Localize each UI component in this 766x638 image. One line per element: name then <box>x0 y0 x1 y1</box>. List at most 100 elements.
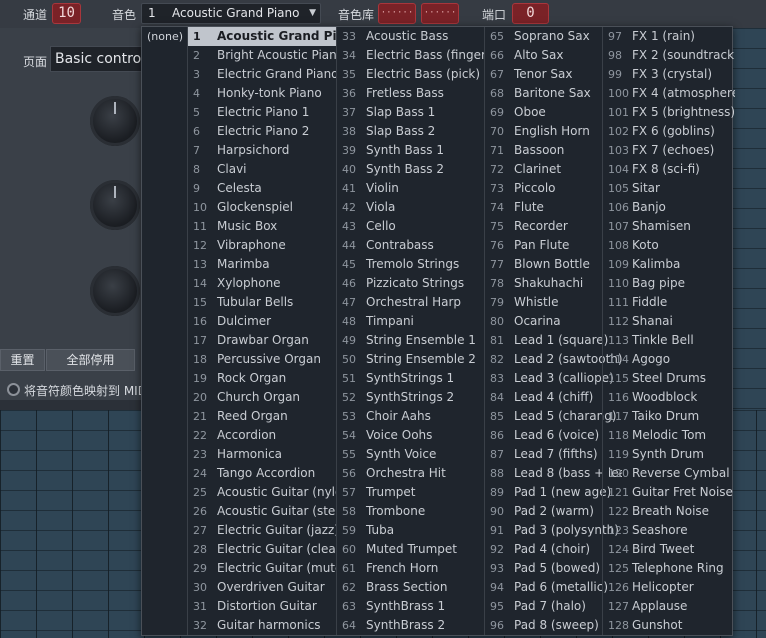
instrument-item[interactable]: 120 Reverse Cymbal <box>603 464 735 483</box>
instrument-item[interactable]: 115 Steel Drums <box>603 369 735 388</box>
instrument-item[interactable]: 60 Muted Trumpet <box>337 540 485 559</box>
instrument-item[interactable]: 48 Timpani <box>337 312 485 331</box>
instrument-item[interactable]: 21 Reed Organ <box>188 407 337 426</box>
instrument-dropdown[interactable]: 1 Acoustic Grand Piano ▼ <box>141 3 321 24</box>
instrument-item[interactable]: 110 Bag pipe <box>603 274 735 293</box>
instrument-item[interactable]: 29 Electric Guitar (muted) <box>188 559 337 578</box>
radio-icon[interactable] <box>7 383 20 396</box>
mod-knob[interactable] <box>90 96 140 146</box>
instrument-item[interactable]: 116 Woodblock <box>603 388 735 407</box>
instrument-item[interactable]: 108 Koto <box>603 236 735 255</box>
instrument-item[interactable]: 28 Electric Guitar (clean) <box>188 540 337 559</box>
instrument-item[interactable]: 62 Brass Section <box>337 578 485 597</box>
instrument-item[interactable]: 36 Fretless Bass <box>337 84 485 103</box>
instrument-item[interactable]: 63 SynthBrass 1 <box>337 597 485 616</box>
instrument-item[interactable]: 7 Harpsichord <box>188 141 337 160</box>
instrument-item[interactable]: 125 Telephone Ring <box>603 559 735 578</box>
instrument-item[interactable]: 105 Sitar <box>603 179 735 198</box>
instrument-item[interactable]: 17 Drawbar Organ <box>188 331 337 350</box>
instrument-none-item[interactable]: (none) <box>147 30 183 43</box>
instrument-item[interactable]: 20 Church Organ <box>188 388 337 407</box>
instrument-item[interactable]: 49 String Ensemble 1 <box>337 331 485 350</box>
instrument-item[interactable]: 13 Marimba <box>188 255 337 274</box>
instrument-item[interactable]: 34 Electric Bass (finger) <box>337 46 485 65</box>
instrument-item[interactable]: 25 Acoustic Guitar (nylon) <box>188 483 337 502</box>
port-time-knob[interactable] <box>90 180 140 230</box>
instrument-item[interactable]: 19 Rock Organ <box>188 369 337 388</box>
instrument-item[interactable]: 64 SynthBrass 2 <box>337 616 485 635</box>
instrument-item[interactable]: 127 Applause <box>603 597 735 616</box>
instrument-item[interactable]: 26 Acoustic Guitar (steel) <box>188 502 337 521</box>
instrument-item[interactable]: 42 Viola <box>337 198 485 217</box>
instrument-item[interactable]: 100 FX 4 (atmosphere) <box>603 84 735 103</box>
instrument-item[interactable]: 59 Tuba <box>337 521 485 540</box>
instrument-item[interactable]: 33 Acoustic Bass <box>337 27 485 46</box>
instrument-item[interactable]: 23 Harmonica <box>188 445 337 464</box>
instrument-item[interactable]: 111 Fiddle <box>603 293 735 312</box>
instrument-item[interactable]: 31 Distortion Guitar <box>188 597 337 616</box>
instrument-item[interactable]: 121 Guitar Fret Noise <box>603 483 735 502</box>
instrument-item[interactable]: 9 Celesta <box>188 179 337 198</box>
instrument-item[interactable]: 30 Overdriven Guitar <box>188 578 337 597</box>
instrument-item[interactable]: 119 Synth Drum <box>603 445 735 464</box>
instrument-item[interactable]: 10 Glockenspiel <box>188 198 337 217</box>
instrument-item[interactable]: 114 Agogo <box>603 350 735 369</box>
reset-button[interactable]: 重置 <box>0 349 45 371</box>
instrument-item[interactable]: 38 Slap Bass 2 <box>337 122 485 141</box>
instrument-item[interactable]: 12 Vibraphone <box>188 236 337 255</box>
instrument-item[interactable]: 35 Electric Bass (pick) <box>337 65 485 84</box>
instrument-item[interactable]: 2 Bright Acoustic Piano <box>188 46 337 65</box>
disable-all-button[interactable]: 全部停用 <box>46 349 135 371</box>
instrument-item[interactable]: 8 Clavi <box>188 160 337 179</box>
instrument-item[interactable]: 32 Guitar harmonics <box>188 616 337 635</box>
instrument-item[interactable]: 109 Kalimba <box>603 255 735 274</box>
instrument-item[interactable]: 128 Gunshot <box>603 616 735 635</box>
instrument-item[interactable]: 118 Melodic Tom <box>603 426 735 445</box>
bank-field-msb[interactable]: ······ <box>378 3 416 24</box>
instrument-item[interactable]: 16 Dulcimer <box>188 312 337 331</box>
instrument-item[interactable]: 123 Seashore <box>603 521 735 540</box>
instrument-item[interactable]: 5 Electric Piano 1 <box>188 103 337 122</box>
instrument-item[interactable]: 112 Shanai <box>603 312 735 331</box>
instrument-item[interactable]: 37 Slap Bass 1 <box>337 103 485 122</box>
instrument-item[interactable]: 56 Orchestra Hit <box>337 464 485 483</box>
instrument-item[interactable]: 15 Tubular Bells <box>188 293 337 312</box>
instrument-item[interactable]: 101 FX 5 (brightness) <box>603 103 735 122</box>
instrument-item[interactable]: 45 Tremolo Strings <box>337 255 485 274</box>
instrument-item[interactable]: 98 FX 2 (soundtrack) <box>603 46 735 65</box>
instrument-item[interactable]: 52 SynthStrings 2 <box>337 388 485 407</box>
instrument-item[interactable]: 104 FX 8 (sci-fi) <box>603 160 735 179</box>
instrument-item[interactable]: 54 Voice Oohs <box>337 426 485 445</box>
instrument-item[interactable]: 126 Helicopter <box>603 578 735 597</box>
instrument-item[interactable]: 3 Electric Grand Piano <box>188 65 337 84</box>
channel-field[interactable]: 10 <box>52 3 81 24</box>
instrument-item[interactable]: 113 Tinkle Bell <box>603 331 735 350</box>
instrument-item[interactable]: 53 Choir Aahs <box>337 407 485 426</box>
instrument-item[interactable]: 24 Tango Accordion <box>188 464 337 483</box>
instrument-item[interactable]: 44 Contrabass <box>337 236 485 255</box>
instrument-item[interactable]: 1 Acoustic Grand Piano <box>188 27 337 46</box>
instrument-item[interactable]: 40 Synth Bass 2 <box>337 160 485 179</box>
instrument-item[interactable]: 51 SynthStrings 1 <box>337 369 485 388</box>
instrument-item[interactable]: 14 Xylophone <box>188 274 337 293</box>
instrument-item[interactable]: 43 Cello <box>337 217 485 236</box>
instrument-item[interactable]: 99 FX 3 (crystal) <box>603 65 735 84</box>
instrument-item[interactable]: 124 Bird Tweet <box>603 540 735 559</box>
midi-color-map-option[interactable]: 将音符颜色映射到 MIDI 通道 <box>0 380 178 400</box>
bank-field-lsb[interactable]: ······ <box>421 3 459 24</box>
instrument-item[interactable]: 11 Music Box <box>188 217 337 236</box>
instrument-item[interactable]: 27 Electric Guitar (jazz) <box>188 521 337 540</box>
instrument-item[interactable]: 117 Taiko Drum <box>603 407 735 426</box>
instrument-item[interactable]: 41 Violin <box>337 179 485 198</box>
instrument-item[interactable]: 55 Synth Voice <box>337 445 485 464</box>
instrument-item[interactable]: 58 Trombone <box>337 502 485 521</box>
instrument-item[interactable]: 122 Breath Noise <box>603 502 735 521</box>
port-field[interactable]: 0 <box>512 3 549 24</box>
instrument-item[interactable]: 97 FX 1 (rain) <box>603 27 735 46</box>
instrument-item[interactable]: 50 String Ensemble 2 <box>337 350 485 369</box>
instrument-item[interactable]: 106 Banjo <box>603 198 735 217</box>
instrument-item[interactable]: 107 Shamisen <box>603 217 735 236</box>
instrument-item[interactable]: 103 FX 7 (echoes) <box>603 141 735 160</box>
instrument-item[interactable]: 39 Synth Bass 1 <box>337 141 485 160</box>
instrument-item[interactable]: 47 Orchestral Harp <box>337 293 485 312</box>
